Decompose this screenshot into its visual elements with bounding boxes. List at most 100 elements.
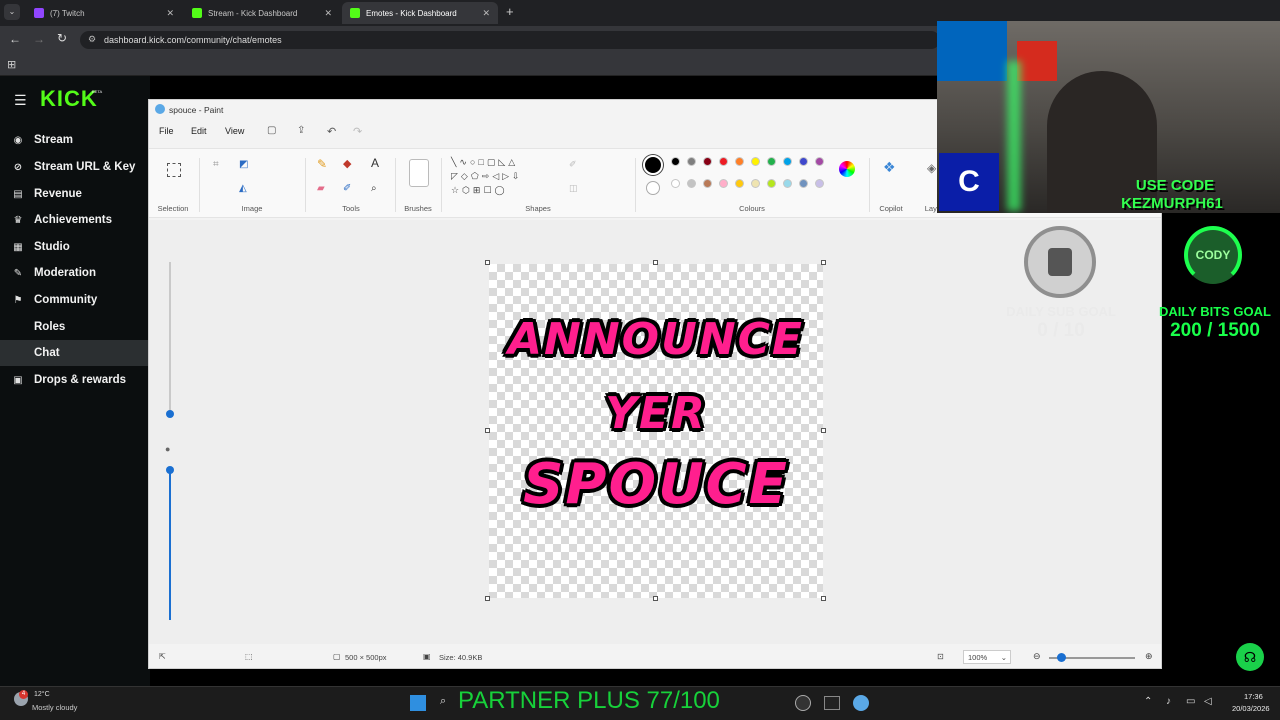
- eraser-icon[interactable]: ▰: [317, 183, 325, 194]
- crop-icon[interactable]: ⌗: [213, 159, 219, 170]
- resize-handle[interactable]: [485, 428, 490, 433]
- colour-swatch[interactable]: [799, 157, 808, 166]
- colour-swatch[interactable]: [671, 157, 680, 166]
- paint-app-taskbar-icon[interactable]: [853, 695, 869, 711]
- colour-swatch[interactable]: [799, 178, 808, 188]
- menu-edit[interactable]: Edit: [191, 126, 207, 136]
- browser-tab-stream[interactable]: Stream - Kick Dashboard ✕: [184, 2, 340, 24]
- shape-outline-icon[interactable]: ✐: [569, 159, 577, 170]
- nav-stream-url-key[interactable]: ⊘ Stream URL & Key: [0, 154, 150, 180]
- brushes-icon[interactable]: [409, 159, 429, 187]
- colour-swatch[interactable]: [783, 157, 792, 166]
- search-icon[interactable]: ⌕: [440, 695, 446, 708]
- site-info-icon[interactable]: ⚙: [88, 34, 96, 45]
- colour-swatch[interactable]: [719, 157, 728, 166]
- save-icon[interactable]: ▢: [267, 125, 276, 136]
- resize-handle[interactable]: [821, 428, 826, 433]
- layers-icon[interactable]: ◈: [927, 161, 936, 175]
- windows-start-icon[interactable]: [410, 695, 426, 711]
- paint-canvas[interactable]: ANNOUNCE YER SPOUCE: [489, 264, 823, 598]
- nav-revenue[interactable]: ▤ Revenue: [0, 181, 150, 207]
- nav-studio[interactable]: ▦ Studio: [0, 234, 150, 260]
- microphone-icon[interactable]: ♪: [1166, 696, 1171, 707]
- selection-tool-icon[interactable]: [167, 163, 181, 177]
- nav-roles[interactable]: Roles: [0, 314, 150, 340]
- support-chat-icon[interactable]: ☊: [1236, 643, 1264, 671]
- colour-1-selected[interactable]: [643, 155, 663, 175]
- colour-2[interactable]: [646, 181, 660, 195]
- nav-achievements[interactable]: ♛ Achievements: [0, 207, 150, 233]
- nav-chat[interactable]: Chat: [0, 340, 150, 366]
- menu-icon[interactable]: ☰: [14, 92, 27, 109]
- colour-swatch[interactable]: [703, 157, 712, 166]
- nav-community[interactable]: ⚑ Community: [0, 287, 150, 313]
- edit-colours-icon[interactable]: [839, 161, 855, 177]
- colour-swatch[interactable]: [687, 178, 696, 188]
- share-icon[interactable]: ⇪: [297, 125, 305, 136]
- nav-moderation[interactable]: ✎ Moderation: [0, 260, 150, 286]
- colour-swatch[interactable]: [735, 178, 744, 188]
- sub-goal-value: 0 / 10: [1037, 320, 1085, 341]
- resize-handle[interactable]: [485, 596, 490, 601]
- resize-handle[interactable]: [653, 260, 658, 265]
- terminal-app-icon[interactable]: [824, 696, 840, 710]
- magnifier-icon[interactable]: ⌕: [371, 183, 377, 194]
- back-icon[interactable]: ←: [9, 32, 21, 46]
- resize-icon[interactable]: ◩: [239, 159, 248, 170]
- colour-swatch[interactable]: [783, 178, 792, 188]
- text-icon[interactable]: A: [371, 156, 379, 170]
- reload-icon[interactable]: ↻: [57, 31, 67, 45]
- zoom-select[interactable]: 100% ⌄: [963, 650, 1011, 664]
- browser-tab-twitch[interactable]: (7) Twitch ✕: [26, 2, 182, 24]
- opacity-thumb[interactable]: [166, 466, 174, 474]
- resize-handle[interactable]: [821, 596, 826, 601]
- shapes-gallery-icon[interactable]: ╲∿○□▢◺△ ◸◇⬠⇨◁▷⇩ ☆⬡⊞☐◯: [451, 155, 547, 199]
- colour-swatch[interactable]: [815, 178, 824, 188]
- slider-thumb[interactable]: [166, 410, 174, 418]
- colour-swatch[interactable]: [751, 178, 760, 188]
- pencil-icon[interactable]: ✎: [317, 157, 327, 171]
- chevron-up-icon[interactable]: ⌃: [1144, 696, 1152, 707]
- clock-date[interactable]: 20/03/2026: [1232, 704, 1270, 713]
- browser-tab-emotes[interactable]: Emotes - Kick Dashboard ✕: [342, 2, 498, 24]
- obs-app-icon[interactable]: [795, 695, 811, 711]
- apps-grid-icon[interactable]: ⊞: [7, 58, 16, 71]
- new-tab-button[interactable]: +: [506, 4, 514, 19]
- resize-handle[interactable]: [821, 260, 826, 265]
- network-icon[interactable]: ▭: [1186, 696, 1195, 707]
- fit-to-window-icon[interactable]: ⊡: [937, 652, 944, 661]
- kick-logo[interactable]: KICK: [40, 86, 98, 112]
- colour-swatch[interactable]: [735, 157, 744, 166]
- colour-swatch[interactable]: [767, 178, 776, 188]
- url-field[interactable]: ⚙ dashboard.kick.com/community/chat/emot…: [80, 31, 940, 49]
- clock-time[interactable]: 17:36: [1244, 692, 1263, 701]
- tab-search-button[interactable]: ⌄: [4, 4, 20, 20]
- close-icon[interactable]: ✕: [324, 8, 332, 19]
- colour-swatch[interactable]: [719, 178, 728, 188]
- close-icon[interactable]: ✕: [482, 8, 490, 19]
- undo-icon[interactable]: ↶: [327, 125, 336, 138]
- rotate-icon[interactable]: ◭: [239, 183, 247, 194]
- volume-icon[interactable]: ◁: [1204, 696, 1212, 707]
- color-picker-icon[interactable]: ✐: [343, 183, 351, 194]
- menu-view[interactable]: View: [225, 126, 244, 136]
- nav-drops-rewards[interactable]: ▣ Drops & rewards: [0, 367, 150, 393]
- zoom-in-icon[interactable]: ⊕: [1145, 651, 1153, 662]
- colour-swatch[interactable]: [671, 178, 680, 188]
- fill-icon[interactable]: ◆: [343, 157, 351, 170]
- resize-handle[interactable]: [485, 260, 490, 265]
- colour-swatch[interactable]: [751, 157, 760, 166]
- colour-swatch[interactable]: [703, 178, 712, 188]
- menu-file[interactable]: File: [159, 126, 174, 136]
- copilot-icon[interactable]: ❖: [883, 159, 896, 176]
- zoom-out-icon[interactable]: ⊖: [1033, 651, 1041, 662]
- resize-handle[interactable]: [653, 596, 658, 601]
- close-icon[interactable]: ✕: [166, 8, 174, 19]
- nav-stream[interactable]: ◉ Stream: [0, 127, 150, 153]
- colour-swatch[interactable]: [687, 157, 696, 166]
- colour-swatch[interactable]: [767, 157, 776, 166]
- colour-swatch[interactable]: [815, 157, 824, 166]
- shape-fill-icon[interactable]: ◫: [569, 183, 578, 194]
- forward-icon[interactable]: →: [33, 32, 45, 46]
- zoom-slider-thumb[interactable]: [1057, 653, 1066, 662]
